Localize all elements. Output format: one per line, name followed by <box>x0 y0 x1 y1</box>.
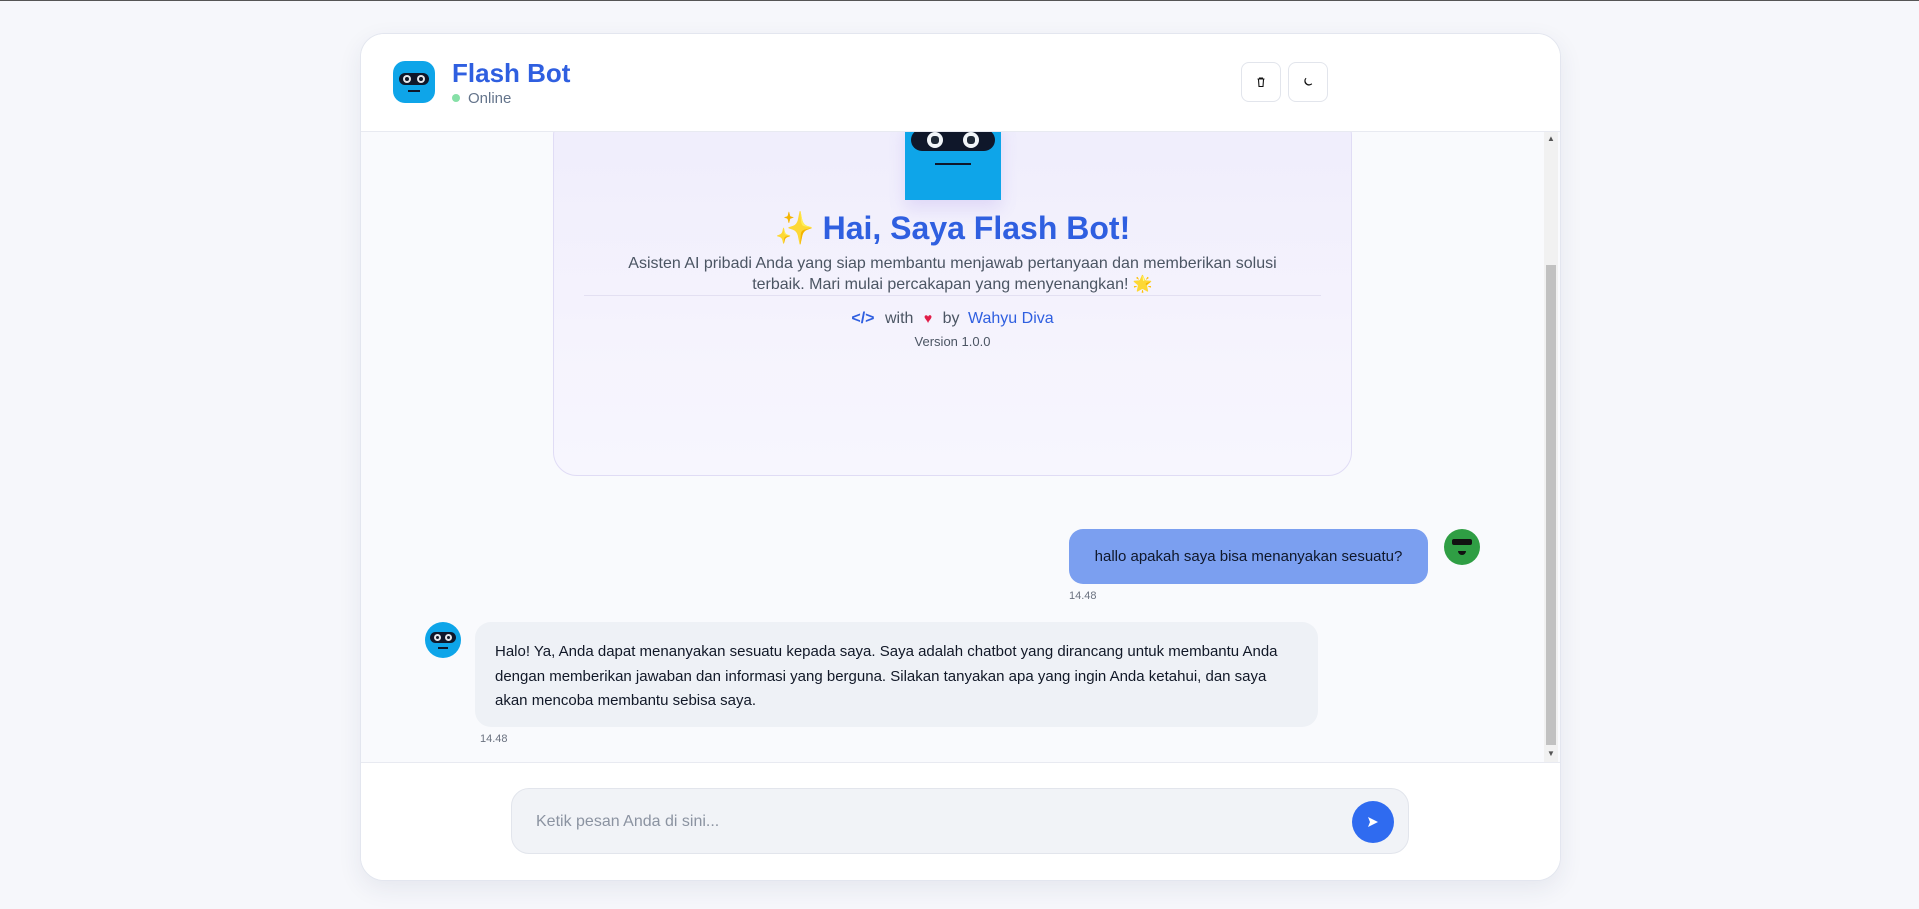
code-icon: </> <box>851 310 875 327</box>
user-avatar <box>1444 529 1480 565</box>
welcome-title: ✨ Hai, Saya Flash Bot! <box>554 209 1351 247</box>
trash-icon <box>1257 77 1265 88</box>
message-input-wrapper <box>511 788 1409 855</box>
status-label: Online <box>468 90 512 107</box>
chat-app-window: Flash Bot Online ✨Hai, Saya Flash Bot! <box>360 33 1561 881</box>
bot-avatar <box>425 622 461 658</box>
status-dot-icon <box>452 94 460 102</box>
moon-icon <box>1304 77 1313 86</box>
credit-by: by <box>942 310 960 327</box>
clear-chat-button[interactable] <box>1241 62 1281 102</box>
welcome-title-text: Hai, Saya Flash Bot! <box>822 210 1131 246</box>
author-link[interactable]: Wahyu Diva <box>968 310 1054 327</box>
user-message-time: 14.48 <box>1069 590 1097 602</box>
welcome-card: ✨ Hai, Saya Flash Bot! Asisten AI pribadi… <box>553 132 1352 476</box>
scroll-up-arrow-icon[interactable]: ▲ <box>1547 134 1555 143</box>
bot-illustration-icon <box>905 132 1001 200</box>
version-label: Version 1.0.0 <box>914 334 991 349</box>
chat-messages-area[interactable]: ✨ Hai, Saya Flash Bot! Asisten AI pribadi… <box>361 132 1560 762</box>
scrollbar-thumb[interactable] <box>1546 265 1556 745</box>
theme-toggle-button[interactable] <box>1288 62 1328 102</box>
message-input[interactable] <box>534 789 1338 855</box>
divider <box>584 295 1321 296</box>
scroll-down-arrow-icon[interactable]: ▼ <box>1547 749 1555 758</box>
chat-composer <box>361 762 1560 880</box>
heart-icon: ♥ <box>923 310 933 326</box>
user-message-bubble: hallo apakah saya bisa menanyakan sesuat… <box>1069 529 1428 584</box>
sparkles-icon: ✨ <box>774 210 815 246</box>
welcome-description: Asisten AI pribadi Anda yang siap memban… <box>604 253 1301 295</box>
credit-with: with <box>884 310 914 327</box>
credit-line: </> with ♥ by Wahyu Diva <box>554 310 1351 328</box>
welcome-description-text: Asisten AI pribadi Anda yang siap memban… <box>628 255 1277 293</box>
chat-header: Flash Bot Online <box>361 34 1560 132</box>
bot-message-bubble: Halo! Ya, Anda dapat menanyakan sesuatu … <box>475 622 1318 727</box>
star-icon: 🌟 <box>1132 276 1153 293</box>
send-button[interactable] <box>1352 801 1394 843</box>
top-border <box>0 0 1919 1</box>
online-status: Online <box>452 90 511 107</box>
send-icon <box>1368 817 1378 827</box>
chat-scrollbar[interactable]: ▲ ▼ <box>1544 132 1558 762</box>
app-title: Flash Bot <box>452 58 571 88</box>
bot-message-time: 14.48 <box>480 733 508 745</box>
bot-logo-icon <box>393 61 435 103</box>
